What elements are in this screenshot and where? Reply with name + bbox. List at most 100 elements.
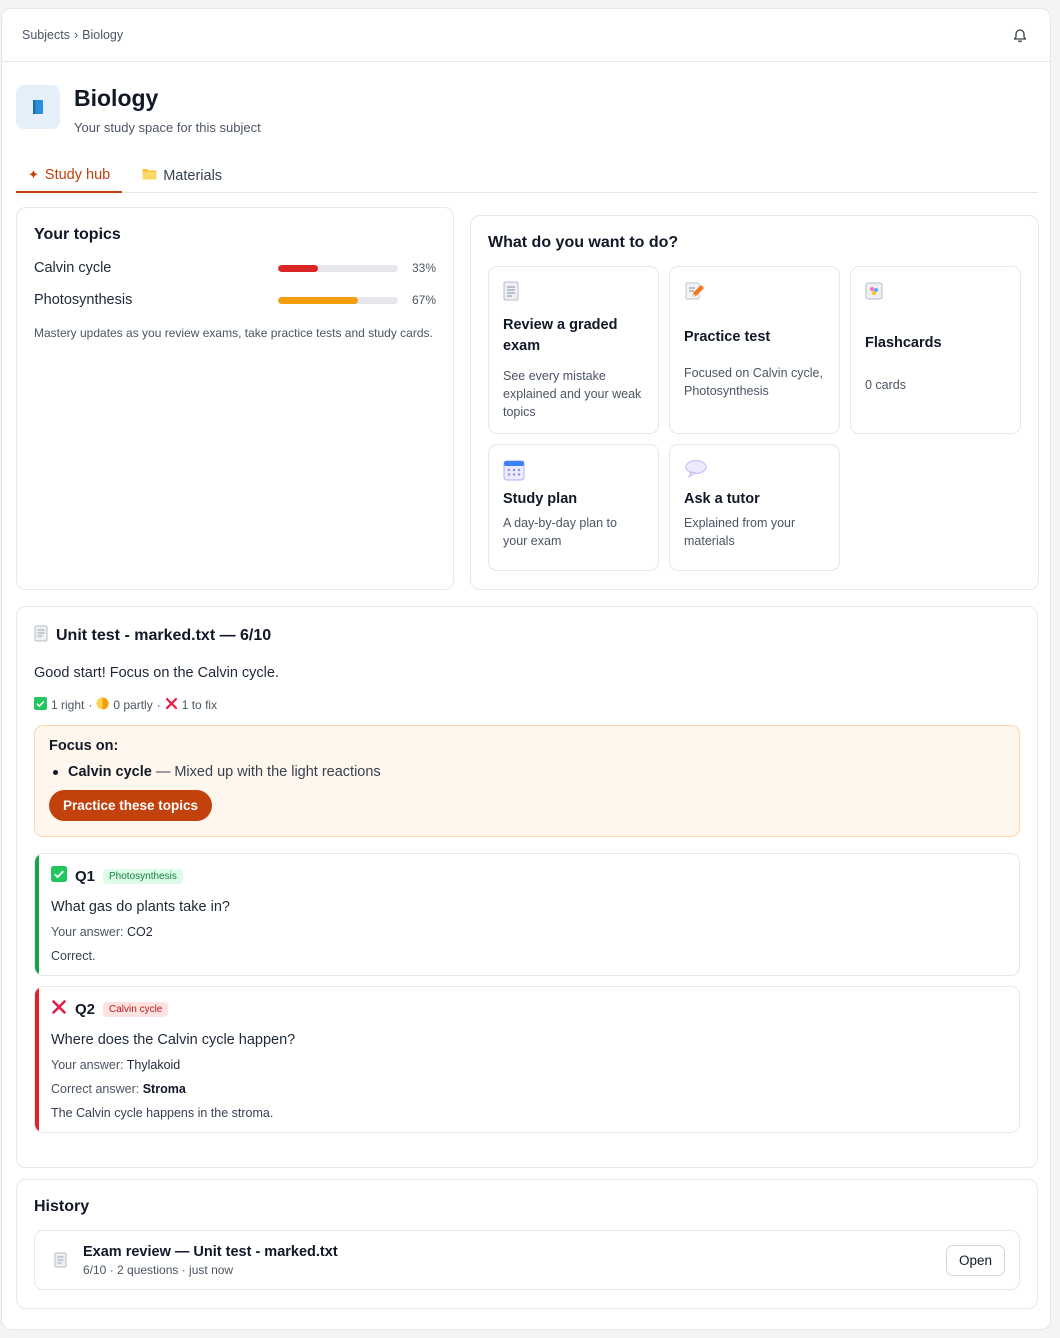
mastery-bar-fill [278,264,318,272]
your-answer: Your answer: Thylakoid [51,1058,1003,1072]
topic-tag: Photosynthesis [103,869,183,884]
actions-card: What do you want to do? Review a graded … [470,215,1039,590]
focus-heading: Focus on: [49,738,119,754]
action-title: Ask a tutor [684,491,760,507]
your-answer-value: Thylakoid [126,1058,181,1072]
question-card: Q1 Photosynthesis What gas do plants tak… [34,853,1020,976]
tab-materials[interactable]: Materials [130,159,234,193]
pencil-paper-icon [684,281,825,305]
action-title: Practice test [684,329,771,345]
question-number: Q2 [75,1001,96,1018]
top-bar: Subjects › Biology [2,9,1050,62]
your-answer-label: Your answer: [51,1058,124,1072]
practice-topics-button[interactable]: Practice these topics [49,790,213,821]
focus-box: Focus on: Calvin cycle — Mixed up with t… [34,725,1020,837]
action-title: Study plan [503,491,578,507]
question-text: What gas do plants take in? [51,899,230,915]
sparkle-icon: ✦ [28,167,39,182]
exam-header: Unit test - marked.txt — 6/10 [34,625,1020,647]
history-meta: 6/10 · 2 questions · just now [83,1262,234,1277]
cross-icon [165,697,178,713]
ask-tutor-action[interactable]: Ask a tutor Explained from your material… [669,444,840,571]
mastery-bar [278,264,398,272]
cross-icon [51,999,67,1020]
history-heading: History [34,1198,90,1215]
question-card: Q2 Calvin cycle Where does the Calvin cy… [34,986,1020,1133]
topic-percent: 67% [411,293,436,307]
check-icon [51,866,67,887]
topics-card: Your topics Calvin cycle 33% Photosynthe… [16,207,454,590]
question-header: Q1 Photosynthesis [51,866,1003,887]
book-icon [16,85,60,129]
partly-count: 0 partly [113,698,153,712]
check-icon [34,697,47,713]
page-subtitle: Your study space for this subject [74,120,261,135]
tab-label: Study hub [44,167,111,183]
correct-answer-value: Stroma [142,1082,186,1096]
action-desc: A day-by-day plan to your exam [503,516,617,548]
folder-icon [142,168,157,184]
exam-result-card: Unit test - marked.txt — 6/10 Good start… [16,606,1038,1168]
page-title: Biology [74,85,159,111]
document-icon [503,281,644,305]
action-desc: Focused on Calvin cycle, Photosynthesis [684,366,823,398]
history-title: Exam review — Unit test - marked.txt [83,1243,338,1260]
right-count: 1 right [51,698,85,712]
question-explanation: Correct. [51,949,96,963]
document-icon [49,1252,71,1268]
history-card: History Exam review — Unit test - marked… [16,1179,1038,1309]
topic-tag: Calvin cycle [103,1002,169,1017]
exam-title: Unit test - marked.txt — 6/10 [56,627,272,644]
action-title: Review a graded exam [503,317,618,354]
breadcrumb-current: Biology [82,28,124,42]
exam-summary: Good start! Focus on the Calvin cycle. [34,665,279,681]
count-separator: · [88,698,93,712]
exam-counts: 1 right · 0 partly · 1 to fix [34,697,1020,713]
topic-percent: 33% [411,261,436,275]
topics-note: Mastery updates as you review exams, tak… [34,326,433,340]
tab-study-hub[interactable]: ✦ Study hub [16,159,123,193]
actions-heading: What do you want to do? [488,234,679,251]
history-item: Exam review — Unit test - marked.txt 6/1… [34,1230,1020,1290]
your-answer-value: CO2 [126,925,153,939]
speech-bubble-icon [684,459,825,483]
topic-row: Calvin cycle 33% [34,252,436,284]
open-button[interactable]: Open [945,1244,1005,1276]
calendar-icon [503,459,644,483]
study-plan-action[interactable]: Study plan A day-by-day plan to your exa… [488,444,659,571]
document-icon [34,625,48,647]
mastery-bar-fill [278,296,359,304]
action-grid: Review a graded exam See every mistake e… [488,266,1021,576]
question-header: Q2 Calvin cycle [51,999,1003,1020]
your-answer-label: Your answer: [51,925,124,939]
flashcards-action[interactable]: Flashcards 0 cards [850,266,1021,434]
breadcrumb-subjects[interactable]: Subjects [22,28,70,42]
action-desc: See every mistake explained and your wea… [503,369,642,419]
bullet-icon [53,769,58,775]
count-separator: · [156,698,161,712]
action-desc: 0 cards [865,378,906,392]
tab-bar: ✦ Study hub Materials [16,159,1038,193]
breadcrumb: Subjects › Biology [22,28,123,42]
focus-detail: — Mixed up with the light reactions [155,764,381,780]
bell-icon[interactable] [1010,25,1030,45]
tab-label: Materials [163,168,223,184]
action-title: Flashcards [865,335,942,351]
practice-test-action[interactable]: Practice test Focused on Calvin cycle, P… [669,266,840,434]
half-circle-icon [96,697,109,713]
fix-count: 1 to fix [181,698,218,712]
topic-name: Calvin cycle [34,260,112,276]
topics-heading: Your topics [34,226,121,243]
topic-name: Photosynthesis [34,292,133,308]
focus-topic: Calvin cycle [68,764,152,780]
review-exam-action[interactable]: Review a graded exam See every mistake e… [488,266,659,434]
mastery-bar [278,296,398,304]
action-desc: Explained from your materials [684,516,796,548]
topic-row: Photosynthesis 67% [34,284,436,316]
app-window: Subjects › Biology Biology Your study sp… [1,8,1051,1330]
question-text: Where does the Calvin cycle happen? [51,1032,296,1048]
card-index-icon [865,281,1006,305]
subject-header: Biology Your study space for this subjec… [16,85,261,135]
correct-answer-label: Correct answer: [51,1082,140,1096]
question-number: Q1 [75,868,96,885]
